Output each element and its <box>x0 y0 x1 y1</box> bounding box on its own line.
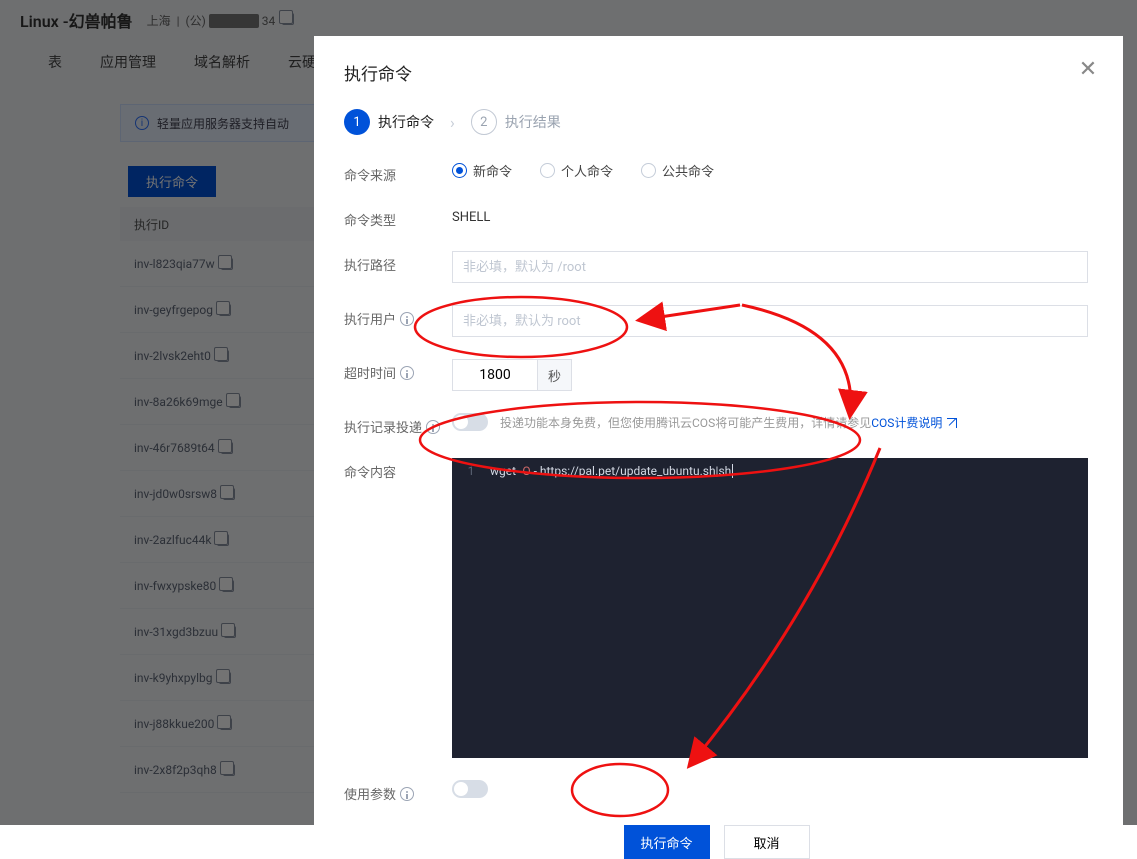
timeout-input[interactable] <box>452 359 538 391</box>
execute-button[interactable]: 执行命令 <box>128 166 216 197</box>
exec-id: inv-2lvsk2eht0 <box>134 349 211 363</box>
copy-icon[interactable] <box>221 258 233 270</box>
exec-id: inv-k9yhxpylbg <box>134 671 213 685</box>
label-user: 执行用户 <box>344 305 452 328</box>
copy-icon <box>282 13 294 25</box>
table-row[interactable]: inv-46r7689t64 <box>120 425 320 471</box>
exec-id: inv-8a26k69mge <box>134 395 223 409</box>
page-title: Linux -幻兽帕鲁 <box>20 8 133 32</box>
step-1-number: 1 <box>344 109 370 135</box>
line-number: 1 <box>452 464 490 478</box>
delivery-toggle[interactable] <box>452 413 488 431</box>
exec-id: inv-46r7689t64 <box>134 441 215 455</box>
copy-icon[interactable] <box>220 718 232 730</box>
exec-id: inv-31xgd3bzuu <box>134 625 218 639</box>
label-timeout: 超时时间 <box>344 359 452 382</box>
tab-dns[interactable]: 域名解析 <box>194 52 250 72</box>
label-path: 执行路径 <box>344 251 452 274</box>
info-icon: i <box>135 116 149 130</box>
table-row[interactable]: inv-2x8f2p3qh8 <box>120 747 320 793</box>
copy-icon[interactable] <box>229 396 241 408</box>
step-indicator: 1 执行命令 › 2 执行结果 <box>344 109 1089 135</box>
copy-icon[interactable] <box>219 672 231 684</box>
delivery-description: 投递功能本身免费，但您使用腾讯云COS将可能产生费用，详情请参见COS计费说明 <box>500 414 957 431</box>
copy-icon[interactable] <box>223 488 235 500</box>
copy-icon[interactable] <box>217 534 229 546</box>
external-link-icon <box>947 418 957 428</box>
params-toggle[interactable] <box>452 780 488 798</box>
list-header: 执行ID <box>120 207 320 241</box>
help-icon[interactable] <box>426 420 440 434</box>
exec-id: inv-2x8f2p3qh8 <box>134 763 217 777</box>
execute-command-modal: ✕ 执行命令 1 执行命令 › 2 执行结果 命令来源 新命令 个人命令 公共命… <box>314 36 1123 825</box>
help-icon[interactable] <box>400 366 414 380</box>
table-row[interactable]: inv-j88kkue200 <box>120 701 320 747</box>
radio-new-command[interactable]: 新命令 <box>452 161 512 180</box>
cos-pricing-link[interactable]: COS计费说明 <box>871 416 957 430</box>
copy-icon[interactable] <box>219 304 231 316</box>
step-1-label: 执行命令 <box>378 112 434 132</box>
table-row[interactable]: inv-l823qia77w <box>120 241 320 287</box>
exec-id: inv-2azlfuc44k <box>134 533 211 547</box>
tab-overview[interactable]: 表 <box>48 52 62 72</box>
table-row[interactable]: inv-2azlfuc44k <box>120 517 320 563</box>
copy-icon[interactable] <box>223 764 235 776</box>
radio-public-command[interactable]: 公共命令 <box>641 161 714 180</box>
exec-path-input[interactable] <box>452 251 1088 283</box>
label-params: 使用参数 <box>344 780 452 803</box>
command-editor[interactable]: 1 wget -O - https://pal.pet/update_ubunt… <box>452 458 1088 758</box>
table-row[interactable]: inv-2lvsk2eht0 <box>120 333 320 379</box>
table-row[interactable]: inv-jd0w0srsw8 <box>120 471 320 517</box>
copy-icon[interactable] <box>217 350 229 362</box>
copy-icon[interactable] <box>224 626 236 638</box>
exec-id: inv-fwxypske80 <box>134 579 216 593</box>
exec-id: inv-jd0w0srsw8 <box>134 487 217 501</box>
code-content: wget -O - https://pal.pet/update_ubuntu.… <box>490 464 733 478</box>
label-content: 命令内容 <box>344 458 452 481</box>
exec-id: inv-geyfrgepog <box>134 303 213 317</box>
command-type-value: SHELL <box>452 206 1089 225</box>
chevron-right-icon: › <box>450 113 455 132</box>
exec-id: inv-l823qia77w <box>134 257 215 271</box>
table-row[interactable]: inv-fwxypske80 <box>120 563 320 609</box>
table-row[interactable]: inv-8a26k69mge <box>120 379 320 425</box>
table-row[interactable]: inv-k9yhxpylbg <box>120 655 320 701</box>
submit-button[interactable]: 执行命令 <box>624 825 710 859</box>
table-row[interactable]: inv-31xgd3bzuu <box>120 609 320 655</box>
label-source: 命令来源 <box>344 161 452 184</box>
copy-icon[interactable] <box>221 442 233 454</box>
exec-id: inv-j88kkue200 <box>134 717 214 731</box>
copy-icon[interactable] <box>222 580 234 592</box>
step-2-label: 执行结果 <box>505 112 561 132</box>
tab-app[interactable]: 应用管理 <box>100 52 156 72</box>
exec-user-input[interactable] <box>452 305 1088 337</box>
source-radios: 新命令 个人命令 公共命令 <box>452 161 1089 180</box>
help-icon[interactable] <box>400 787 414 801</box>
step-2-number: 2 <box>471 109 497 135</box>
cancel-button[interactable]: 取消 <box>724 825 810 859</box>
close-icon[interactable]: ✕ <box>1075 56 1101 82</box>
radio-personal-command[interactable]: 个人命令 <box>540 161 613 180</box>
modal-title: 执行命令 <box>344 60 1089 85</box>
label-type: 命令类型 <box>344 206 452 229</box>
timeout-unit: 秒 <box>538 359 572 391</box>
location-label: 上海 | (公) x 34 <box>147 12 295 29</box>
table-row[interactable]: inv-geyfrgepog <box>120 287 320 333</box>
help-icon[interactable] <box>400 312 414 326</box>
label-delivery: 执行记录投递 <box>344 413 452 436</box>
